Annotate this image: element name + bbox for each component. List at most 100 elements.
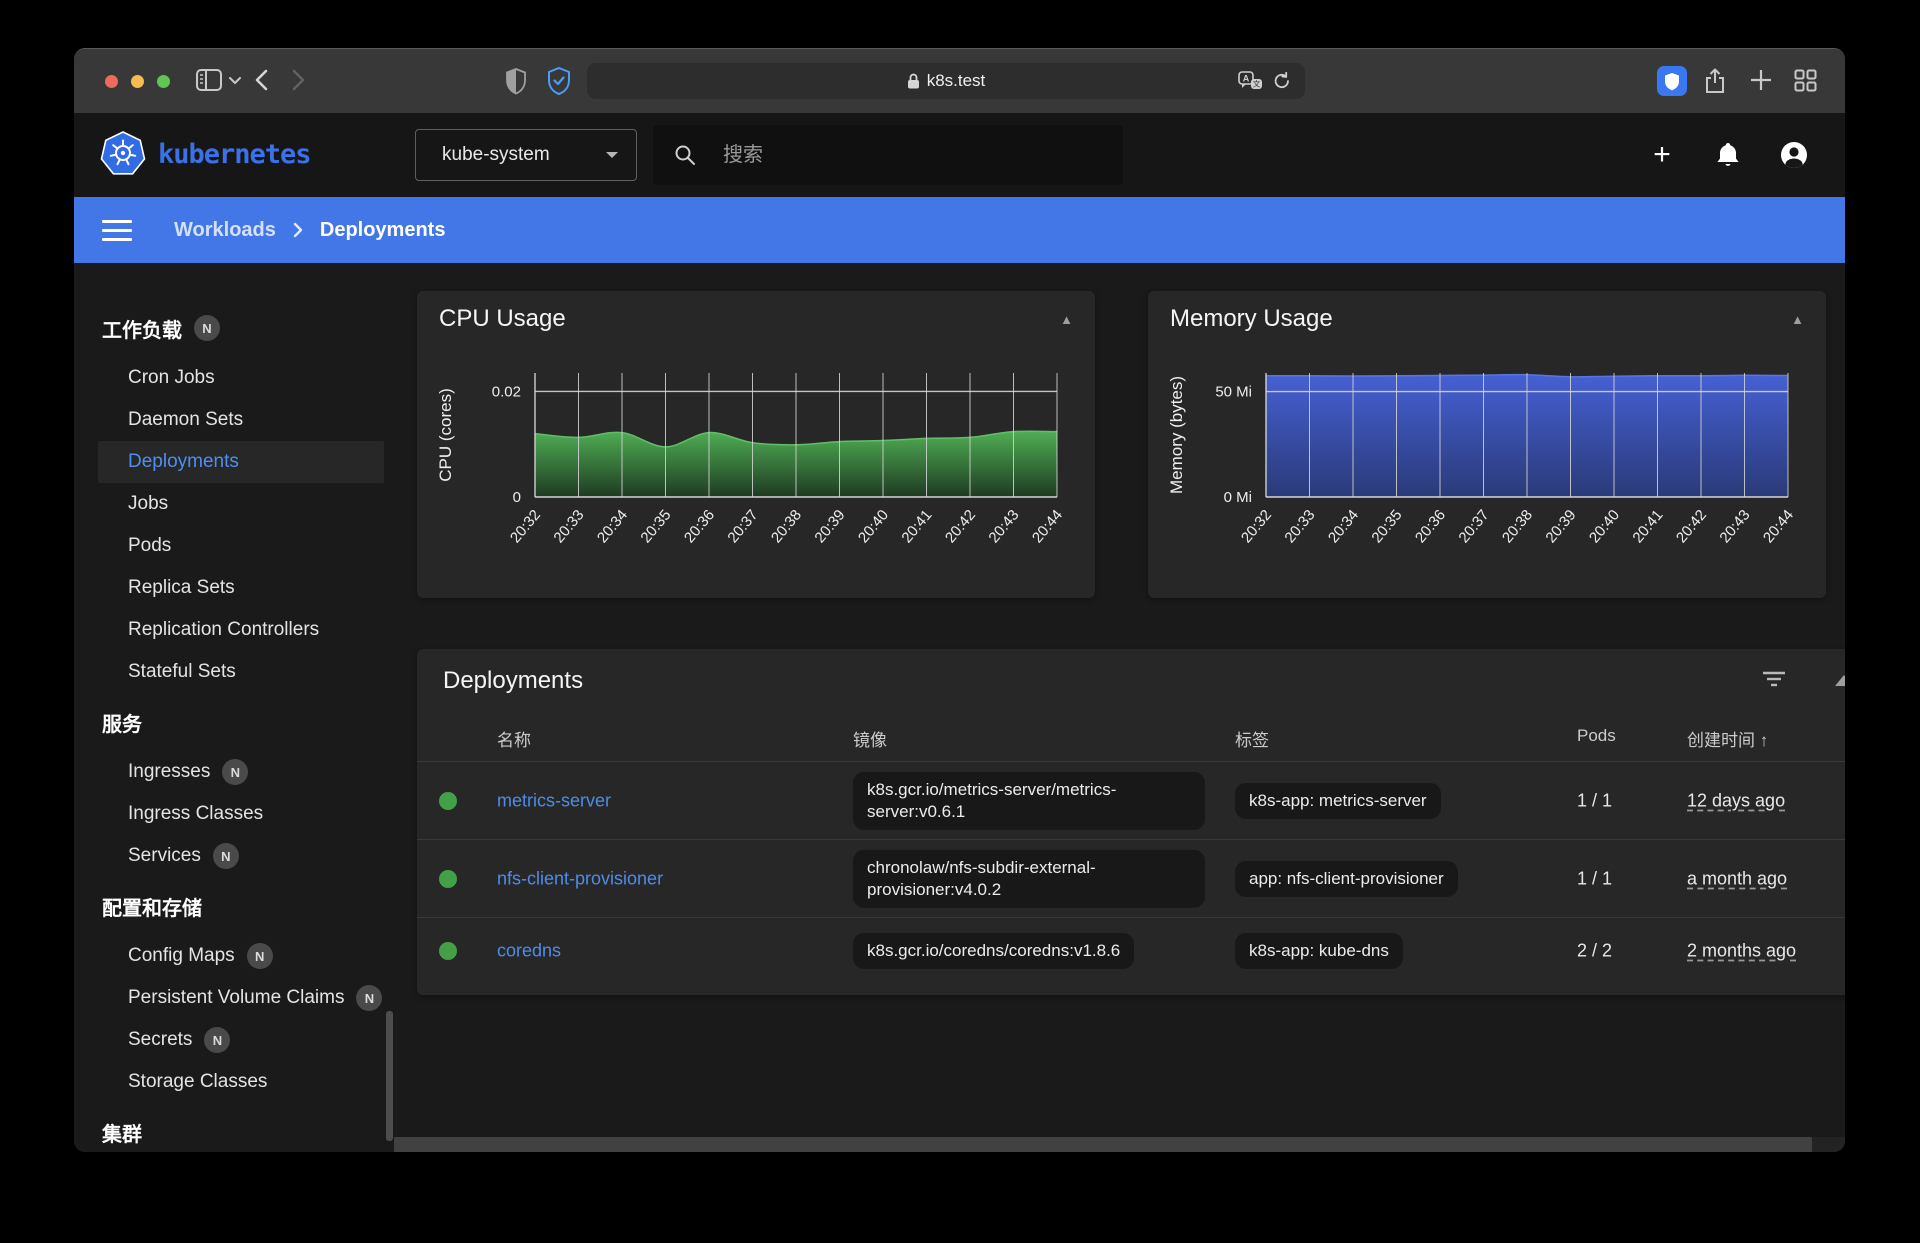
sidebar-item-replica-sets[interactable]: Replica Sets [98, 567, 384, 609]
sidebar-item-deployments[interactable]: Deployments [98, 441, 384, 483]
privacy-shield-icon[interactable] [504, 67, 528, 95]
forward-icon[interactable] [292, 69, 306, 91]
app-header: kubernetes kube-system + [74, 113, 1845, 197]
account-avatar-icon[interactable] [1778, 139, 1810, 171]
create-resource-button[interactable]: + [1646, 139, 1678, 171]
lock-icon [907, 73, 920, 89]
sidebar-item-pods[interactable]: Pods [98, 525, 384, 567]
svg-text:20:38: 20:38 [768, 507, 805, 547]
column-image[interactable]: 镜像 [853, 726, 887, 751]
kubernetes-logo-icon [100, 131, 146, 177]
column-pods[interactable]: Pods [1577, 726, 1616, 746]
sidebar-item-label: Storage Classes [128, 1071, 267, 1093]
horizontal-scrollbar-track[interactable] [394, 1137, 1845, 1152]
svg-text:20:38: 20:38 [1499, 507, 1536, 547]
column-name[interactable]: 名称 [497, 726, 531, 751]
sidebar-item-label: Persistent Volume Claims [128, 987, 344, 1009]
sidebar-item-daemon-sets[interactable]: Daemon Sets [98, 399, 384, 441]
shield-check-extension-icon[interactable] [546, 66, 572, 96]
address-bar[interactable]: k8s.test A 文 [587, 63, 1305, 99]
svg-text:20:39: 20:39 [811, 507, 848, 547]
svg-text:20:35: 20:35 [1368, 507, 1405, 547]
horizontal-scrollbar-thumb[interactable] [394, 1137, 1812, 1152]
svg-text:20:34: 20:34 [594, 507, 631, 547]
deployment-name-link[interactable]: metrics-server [497, 790, 611, 811]
kubernetes-brand[interactable]: kubernetes [100, 131, 311, 177]
svg-text:20:42: 20:42 [1673, 507, 1710, 547]
sidebar-item-storage-classes[interactable]: Storage Classes [98, 1061, 384, 1103]
namespace-selector[interactable]: kube-system [415, 129, 637, 181]
password-manager-extension-icon[interactable] [1657, 66, 1687, 96]
new-badge: N [222, 759, 248, 785]
sidebar-item-persistent-volume-claims[interactable]: Persistent Volume ClaimsN [98, 977, 384, 1019]
collapse-icon[interactable]: ▲ [1791, 312, 1804, 327]
sidebar-item-ingress-classes[interactable]: Ingress Classes [98, 793, 384, 835]
sidebar-item-cron-jobs[interactable]: Cron Jobs [98, 357, 384, 399]
svg-text:CPU (cores): CPU (cores) [436, 388, 455, 482]
created-time[interactable]: a month ago [1687, 868, 1787, 889]
svg-text:50 Mi: 50 Mi [1215, 384, 1252, 401]
svg-text:20:44: 20:44 [1760, 507, 1797, 547]
sidebar-item-jobs[interactable]: Jobs [98, 483, 384, 525]
url-text: k8s.test [927, 71, 986, 91]
search-box[interactable] [653, 125, 1123, 185]
sidebar-item-services[interactable]: ServicesN [98, 835, 384, 877]
filter-icon[interactable] [1762, 671, 1786, 687]
deployment-name-link[interactable]: nfs-client-provisioner [497, 868, 663, 889]
sidebar-section-2: 配置和存储 [74, 885, 394, 927]
chevron-down-icon[interactable] [229, 77, 241, 85]
svg-text:20:44: 20:44 [1029, 507, 1066, 547]
search-input[interactable] [723, 144, 1103, 167]
svg-text:20:41: 20:41 [1629, 507, 1666, 547]
breadcrumb-bar: Workloads Deployments [74, 197, 1845, 263]
table-row: corednsk8s.gcr.io/coredns/coredns:v1.8.6… [417, 917, 1845, 983]
svg-text:20:43: 20:43 [1716, 507, 1753, 547]
deployments-card: Deployments 名称 镜像 标签 Pods 创建 [417, 649, 1845, 995]
minimize-window-button[interactable] [131, 75, 144, 88]
close-window-button[interactable] [105, 75, 118, 88]
label-chip: app: nfs-client-provisioner [1235, 860, 1458, 896]
sidebar-item-ingresses[interactable]: IngressesN [98, 751, 384, 793]
memory-card-title: Memory Usage [1170, 305, 1333, 333]
column-labels[interactable]: 标签 [1235, 726, 1269, 751]
created-time[interactable]: 2 months ago [1687, 940, 1796, 961]
svg-text:20:35: 20:35 [637, 507, 674, 547]
svg-text:20:39: 20:39 [1542, 507, 1579, 547]
brand-wordmark: kubernetes [158, 139, 311, 170]
sidebar-section-3: 集群 [74, 1111, 394, 1152]
share-icon[interactable] [1703, 67, 1727, 95]
search-icon [673, 143, 697, 167]
sidebar-item-config-maps[interactable]: Config MapsN [98, 935, 384, 977]
status-running-icon [439, 942, 457, 960]
browser-window: k8s.test A 文 [74, 48, 1845, 1152]
sidebar-scrollbar[interactable] [386, 1011, 393, 1141]
sidebar-toggle-icon[interactable] [196, 69, 222, 91]
tab-overview-icon[interactable] [1794, 69, 1817, 92]
back-icon[interactable] [254, 69, 268, 91]
new-badge: N [247, 943, 273, 969]
notifications-bell-icon[interactable] [1712, 139, 1744, 171]
namespace-value: kube-system [442, 144, 550, 166]
column-created[interactable]: 创建时间 ↑ [1687, 726, 1768, 751]
collapse-icon-clipped[interactable] [1835, 675, 1845, 686]
new-tab-icon[interactable] [1750, 69, 1772, 91]
pods-count: 1 / 1 [1577, 868, 1612, 889]
new-badge: N [213, 843, 239, 869]
sidebar-item-replication-controllers[interactable]: Replication Controllers [98, 609, 384, 651]
menu-hamburger-icon[interactable] [102, 220, 132, 241]
created-time[interactable]: 12 days ago [1687, 790, 1785, 811]
collapse-icon[interactable]: ▲ [1060, 312, 1073, 327]
zoom-window-button[interactable] [157, 75, 170, 88]
svg-text:20:40: 20:40 [855, 507, 892, 547]
new-badge: N [194, 315, 220, 341]
sidebar-item-label: Daemon Sets [128, 409, 243, 431]
sidebar-item-stateful-sets[interactable]: Stateful Sets [98, 651, 384, 693]
svg-text:20:37: 20:37 [1455, 507, 1492, 547]
reload-icon[interactable] [1273, 72, 1291, 90]
translate-icon[interactable]: A 文 [1238, 71, 1263, 91]
sidebar-item-label: Ingress Classes [128, 803, 263, 825]
sidebar-item-secrets[interactable]: SecretsN [98, 1019, 384, 1061]
breadcrumb-parent-link[interactable]: Workloads [174, 219, 276, 242]
deployment-name-link[interactable]: coredns [497, 940, 561, 961]
svg-text:20:34: 20:34 [1325, 507, 1362, 547]
